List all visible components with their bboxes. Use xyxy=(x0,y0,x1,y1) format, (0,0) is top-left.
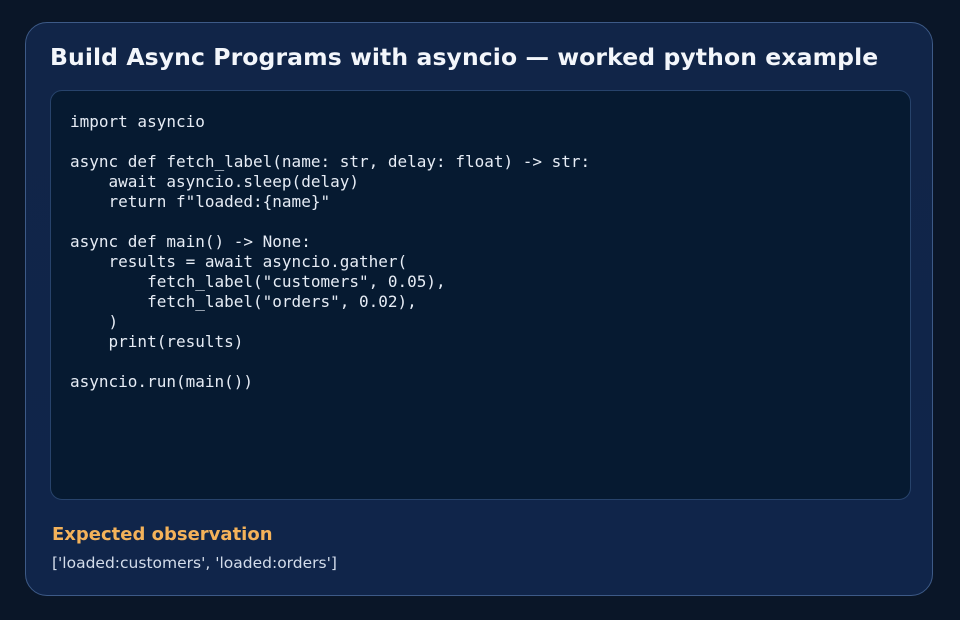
observation-output: ['loaded:customers', 'loaded:orders'] xyxy=(52,554,337,572)
code-block: import asyncio async def fetch_label(nam… xyxy=(50,90,911,500)
page-title: Build Async Programs with asyncio — work… xyxy=(50,43,879,71)
observation-heading: Expected observation xyxy=(52,524,273,545)
example-card: Build Async Programs with asyncio — work… xyxy=(25,22,933,596)
code-text: import asyncio async def fetch_label(nam… xyxy=(70,112,591,391)
